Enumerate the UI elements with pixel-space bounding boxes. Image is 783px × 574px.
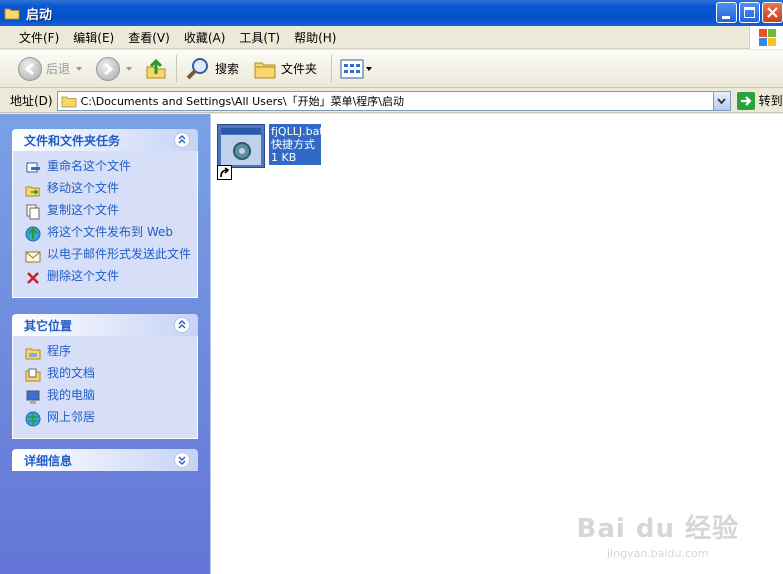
toolbar-separator bbox=[331, 54, 333, 83]
task-move[interactable]: 移动这个文件 bbox=[25, 179, 191, 201]
maximize-icon bbox=[744, 7, 755, 18]
address-label: 地址(D) bbox=[10, 94, 53, 108]
folders-icon bbox=[254, 62, 276, 78]
batch-file-icon bbox=[217, 124, 265, 180]
file-tasks-header[interactable]: 文件和文件夹任务 bbox=[12, 129, 198, 151]
watermark: Bai du 经验 jingyan.baidu.com bbox=[577, 508, 740, 560]
watermark-logo: Bai du 经验 bbox=[576, 514, 739, 544]
close-button[interactable] bbox=[762, 2, 783, 23]
title-bar[interactable]: 启动 bbox=[0, 0, 783, 26]
menu-favorites[interactable]: 收藏(A) bbox=[177, 29, 233, 46]
address-path: C:\Documents and Settings\All Users\「开始」… bbox=[80, 94, 404, 108]
other-places-header[interactable]: 其它位置 bbox=[12, 314, 198, 336]
file-size: 1 KB bbox=[271, 151, 297, 164]
windows-logo-icon bbox=[749, 26, 783, 49]
search-label: 搜索 bbox=[215, 62, 240, 76]
menu-bar: 文件(F) 编辑(E) 查看(V) 收藏(A) 工具(T) 帮助(H) bbox=[0, 26, 783, 49]
file-type: 快捷方式 bbox=[271, 138, 315, 151]
rename-icon bbox=[25, 160, 41, 176]
menu-view[interactable]: 查看(V) bbox=[121, 29, 177, 46]
menu-tools[interactable]: 工具(T) bbox=[232, 29, 287, 46]
menu-file[interactable]: 文件(F) bbox=[12, 29, 66, 46]
address-input[interactable]: C:\Documents and Settings\All Users\「开始」… bbox=[56, 90, 731, 111]
back-label: 后退 bbox=[46, 62, 71, 76]
file-list-area[interactable]: fjQLLJ.bat 快捷方式 1 KB Bai du 经验 jingyan.b… bbox=[210, 114, 783, 574]
move-icon bbox=[25, 182, 41, 198]
go-button[interactable]: 转到 bbox=[736, 91, 783, 110]
my-computer-icon bbox=[25, 389, 41, 405]
chevron-down-icon[interactable] bbox=[174, 452, 190, 468]
toolbar: 后退 搜索 文件夹 bbox=[0, 50, 783, 88]
address-dropdown-button[interactable] bbox=[712, 91, 730, 110]
forward-button[interactable] bbox=[92, 53, 136, 85]
chevron-down-icon bbox=[716, 97, 726, 104]
shortcut-arrow-icon bbox=[217, 165, 232, 180]
back-dropdown-icon[interactable] bbox=[76, 66, 83, 71]
place-my-documents[interactable]: 我的文档 bbox=[25, 364, 191, 386]
forward-arrow-icon bbox=[96, 56, 121, 81]
file-tasks-title: 文件和文件夹任务 bbox=[24, 133, 121, 148]
other-places-title: 其它位置 bbox=[24, 318, 73, 333]
task-rename[interactable]: 重命名这个文件 bbox=[25, 157, 191, 179]
close-icon bbox=[767, 7, 778, 18]
place-programs[interactable]: 程序 bbox=[25, 342, 191, 364]
email-icon bbox=[25, 248, 41, 264]
minimize-button[interactable] bbox=[716, 2, 737, 23]
details-title: 详细信息 bbox=[24, 453, 73, 468]
address-bar: 地址(D) C:\Documents and Settings\All User… bbox=[0, 89, 783, 113]
up-folder-icon bbox=[146, 58, 166, 78]
views-dropdown-icon[interactable] bbox=[366, 66, 373, 71]
watermark-url: jingyan.baidu.com bbox=[606, 547, 709, 560]
details-panel: 详细信息 bbox=[12, 449, 198, 471]
menu-edit[interactable]: 编辑(E) bbox=[66, 29, 121, 46]
task-delete[interactable]: 删除这个文件 bbox=[25, 267, 191, 289]
network-icon bbox=[25, 411, 41, 427]
task-publish-web[interactable]: 将这个文件发布到 Web bbox=[25, 223, 191, 245]
place-network[interactable]: 网上邻居 bbox=[25, 408, 191, 430]
programs-folder-icon bbox=[25, 345, 41, 361]
chevron-up-icon[interactable] bbox=[174, 317, 190, 333]
file-tasks-panel: 文件和文件夹任务 重命名这个文件 移动这个文件 复制这个文件 将这个文件发布到 … bbox=[12, 129, 198, 298]
views-icon bbox=[340, 59, 364, 78]
place-my-computer[interactable]: 我的电脑 bbox=[25, 386, 191, 408]
task-email[interactable]: 以电子邮件形式发送此文件 bbox=[25, 245, 191, 267]
back-button[interactable]: 后退 bbox=[14, 53, 86, 85]
views-button[interactable] bbox=[336, 53, 376, 85]
web-publish-icon bbox=[25, 226, 41, 242]
menu-help[interactable]: 帮助(H) bbox=[287, 29, 343, 46]
copy-icon bbox=[25, 204, 41, 220]
file-name: fjQLLJ.bat bbox=[271, 125, 324, 138]
back-arrow-icon bbox=[18, 56, 42, 81]
file-item[interactable]: fjQLLJ.bat 快捷方式 1 KB bbox=[217, 124, 324, 180]
up-folder-button[interactable] bbox=[140, 53, 172, 85]
my-documents-icon bbox=[25, 367, 41, 383]
toolbar-separator bbox=[176, 54, 178, 83]
forward-dropdown-icon[interactable] bbox=[126, 66, 133, 71]
go-arrow-icon bbox=[736, 91, 755, 110]
details-header[interactable]: 详细信息 bbox=[12, 449, 198, 471]
folders-label: 文件夹 bbox=[281, 62, 318, 76]
file-label: fjQLLJ.bat 快捷方式 1 KB bbox=[269, 124, 324, 165]
search-button[interactable]: 搜索 bbox=[181, 53, 243, 85]
task-pane: 文件和文件夹任务 重命名这个文件 移动这个文件 复制这个文件 将这个文件发布到 … bbox=[0, 114, 210, 574]
minimize-icon bbox=[722, 16, 730, 19]
folder-icon bbox=[61, 96, 77, 107]
folders-button[interactable]: 文件夹 bbox=[249, 53, 321, 85]
chevron-up-icon[interactable] bbox=[174, 132, 190, 148]
task-copy[interactable]: 复制这个文件 bbox=[25, 201, 191, 223]
folder-icon bbox=[4, 6, 20, 20]
search-icon bbox=[186, 57, 209, 79]
window-title: 启动 bbox=[26, 7, 53, 23]
other-places-panel: 其它位置 程序 我的文档 我的电脑 网上邻居 bbox=[12, 314, 198, 439]
go-label: 转到 bbox=[758, 94, 783, 108]
delete-icon bbox=[25, 270, 41, 286]
maximize-button[interactable] bbox=[739, 2, 760, 23]
